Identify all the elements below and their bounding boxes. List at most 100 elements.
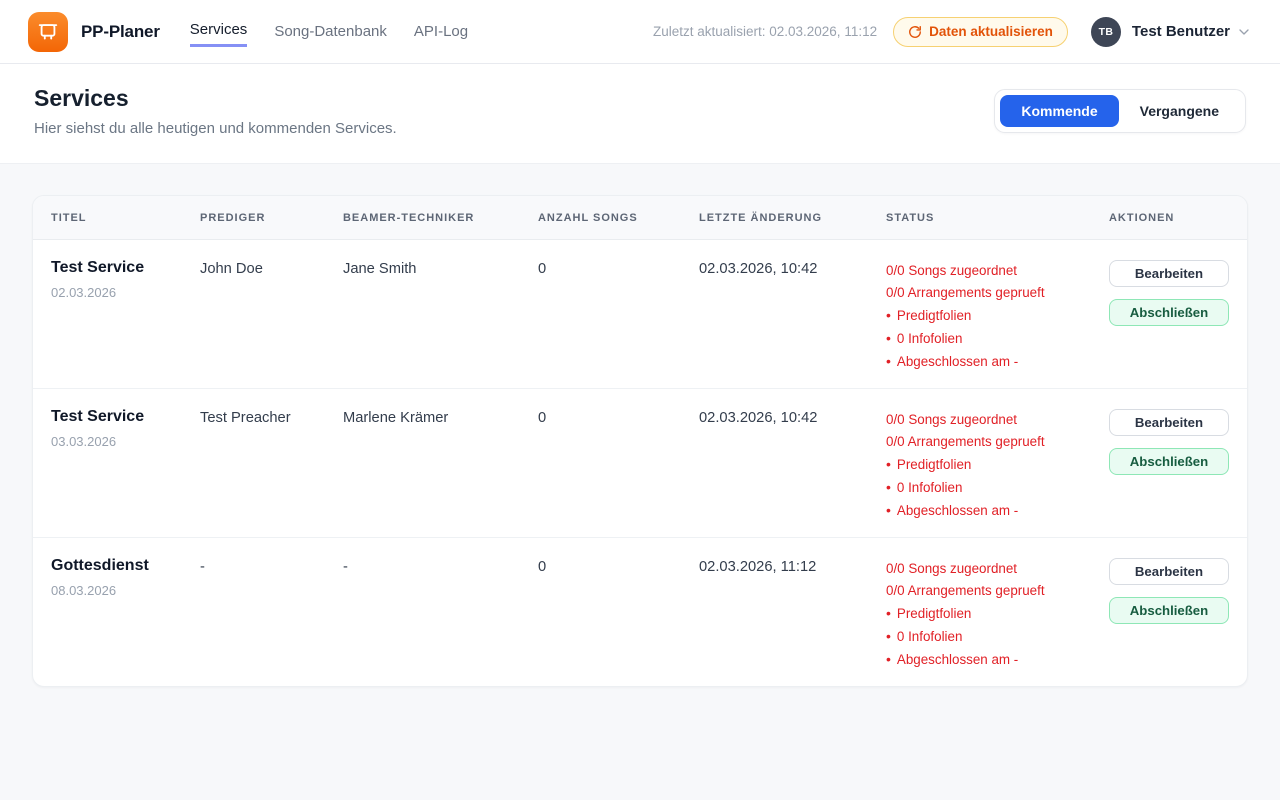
service-date: 02.03.2026 <box>51 285 200 300</box>
preacher-cell: - <box>200 557 343 575</box>
bullet-marker: • <box>886 625 891 647</box>
bullet-marker: • <box>886 327 891 349</box>
table-row: Test Service 03.03.2026 Test Preacher Ma… <box>33 389 1247 538</box>
status-text: Abgeschlossen am - <box>897 351 1018 373</box>
page-title: Services <box>34 85 397 112</box>
edit-button[interactable]: Bearbeiten <box>1109 409 1229 436</box>
brand-name: PP-Planer <box>81 22 160 42</box>
status-text: Abgeschlossen am - <box>897 649 1018 671</box>
status-text: 0/0 Arrangements geprueft <box>886 580 1045 602</box>
service-date: 03.03.2026 <box>51 434 200 449</box>
topbar: PP-Planer Services Song-Datenbank API-Lo… <box>0 0 1280 64</box>
refresh-data-button[interactable]: Daten aktualisieren <box>893 17 1068 47</box>
topbar-right: Zuletzt aktualisiert: 02.03.2026, 11:12 … <box>653 17 1252 47</box>
nav-item-services[interactable]: Services <box>190 16 248 47</box>
service-date: 08.03.2026 <box>51 583 200 598</box>
table-row: Gottesdienst 08.03.2026 - - 0 02.03.2026… <box>33 538 1247 686</box>
refresh-icon <box>908 25 922 39</box>
status-cell: 0/0 Songs zugeordnet 0/0 Arrangements ge… <box>886 408 1109 522</box>
status-line: 0/0 Songs zugeordnet <box>886 260 1109 282</box>
complete-button[interactable]: Abschließen <box>1109 448 1229 475</box>
status-text: 0 Infofolien <box>897 626 963 648</box>
page-subtitle: Hier siehst du alle heutigen und kommend… <box>34 120 397 137</box>
nav-item-api-log[interactable]: API-Log <box>414 18 468 46</box>
filter-toggle-group: Kommende Vergangene <box>994 89 1246 134</box>
complete-button[interactable]: Abschließen <box>1109 597 1229 624</box>
status-line: 0/0 Arrangements geprueft <box>886 580 1109 602</box>
status-line: • Abgeschlossen am - <box>886 648 1109 671</box>
actions-cell: Bearbeiten Abschließen <box>1109 408 1229 475</box>
last-modified-cell: 02.03.2026, 11:12 <box>699 557 886 575</box>
status-text: 0/0 Songs zugeordnet <box>886 409 1017 431</box>
bullet-marker: • <box>886 350 891 372</box>
table-row: Test Service 02.03.2026 John Doe Jane Sm… <box>33 240 1247 389</box>
column-header-aktionen: AKTIONEN <box>1109 212 1229 224</box>
preacher-cell: Test Preacher <box>200 408 343 426</box>
bullet-marker: • <box>886 476 891 498</box>
status-cell: 0/0 Songs zugeordnet 0/0 Arrangements ge… <box>886 259 1109 373</box>
status-line: 0/0 Arrangements geprueft <box>886 282 1109 304</box>
song-count-cell: 0 <box>538 557 699 575</box>
status-text: Predigtfolien <box>897 305 971 327</box>
status-text: Predigtfolien <box>897 454 971 476</box>
title-cell: Test Service 03.03.2026 <box>51 408 200 449</box>
user-name: Test Benutzer <box>1132 23 1230 40</box>
song-count-cell: 0 <box>538 408 699 426</box>
bullet-marker: • <box>886 499 891 521</box>
status-line: • 0 Infofolien <box>886 625 1109 648</box>
actions-cell: Bearbeiten Abschließen <box>1109 259 1229 326</box>
bullet-marker: • <box>886 453 891 475</box>
column-header-prediger: PREDIGER <box>200 212 343 224</box>
actions-cell: Bearbeiten Abschließen <box>1109 557 1229 624</box>
complete-button[interactable]: Abschließen <box>1109 299 1229 326</box>
status-text: 0/0 Songs zugeordnet <box>886 558 1017 580</box>
status-line: • 0 Infofolien <box>886 476 1109 499</box>
status-line: • Predigtfolien <box>886 304 1109 327</box>
title-cell: Gottesdienst 08.03.2026 <box>51 557 200 598</box>
status-line: 0/0 Arrangements geprueft <box>886 431 1109 453</box>
avatar: TB <box>1091 17 1121 47</box>
beamer-tech-cell: - <box>343 557 538 575</box>
status-line: •Predigtfolien <box>886 602 1109 625</box>
status-cell: 0/0 Songs zugeordnet 0/0 Arrangements ge… <box>886 557 1109 671</box>
main-content: TITEL PREDIGER BEAMER-TECHNIKER ANZAHL S… <box>0 164 1280 718</box>
refresh-button-label: Daten aktualisieren <box>929 24 1053 39</box>
services-table-card: TITEL PREDIGER BEAMER-TECHNIKER ANZAHL S… <box>32 195 1248 687</box>
last-modified-cell: 02.03.2026, 10:42 <box>699 259 886 277</box>
status-text: 0/0 Arrangements geprueft <box>886 431 1045 453</box>
column-header-letzte-aenderung: LETZTE ÄNDERUNG <box>699 212 886 224</box>
status-line: • 0 Infofolien <box>886 327 1109 350</box>
filter-vergangene-button[interactable]: Vergangene <box>1119 95 1240 128</box>
preacher-cell: John Doe <box>200 259 343 277</box>
beamer-tech-cell: Marlene Krämer <box>343 408 538 426</box>
filter-kommende-button[interactable]: Kommende <box>1000 95 1118 128</box>
main-nav: Services Song-Datenbank API-Log <box>190 16 468 47</box>
user-menu[interactable]: TB Test Benutzer <box>1091 17 1252 47</box>
table-header-row: TITEL PREDIGER BEAMER-TECHNIKER ANZAHL S… <box>33 196 1247 240</box>
status-text: 0/0 Songs zugeordnet <box>886 260 1017 282</box>
status-text: Abgeschlossen am - <box>897 500 1018 522</box>
status-line: • Abgeschlossen am - <box>886 499 1109 522</box>
page-header-text: Services Hier siehst du alle heutigen un… <box>34 85 397 137</box>
edit-button[interactable]: Bearbeiten <box>1109 558 1229 585</box>
service-title: Gottesdienst <box>51 557 200 575</box>
status-line: 0/0 Songs zugeordnet <box>886 558 1109 580</box>
status-text: 0/0 Arrangements geprueft <box>886 282 1045 304</box>
beamer-tech-cell: Jane Smith <box>343 259 538 277</box>
status-text: Predigtfolien <box>897 603 971 625</box>
status-text: 0 Infofolien <box>897 477 963 499</box>
status-line: • Predigtfolien <box>886 453 1109 476</box>
column-header-anzahl-songs: ANZAHL SONGS <box>538 212 699 224</box>
bullet-marker: • <box>886 304 891 326</box>
title-cell: Test Service 02.03.2026 <box>51 259 200 300</box>
song-count-cell: 0 <box>538 259 699 277</box>
bullet-marker: • <box>886 648 891 670</box>
service-title: Test Service <box>51 259 200 277</box>
edit-button[interactable]: Bearbeiten <box>1109 260 1229 287</box>
status-line: • Abgeschlossen am - <box>886 350 1109 373</box>
status-line: 0/0 Songs zugeordnet <box>886 409 1109 431</box>
status-text: 0 Infofolien <box>897 328 963 350</box>
last-updated-text: Zuletzt aktualisiert: 02.03.2026, 11:12 <box>653 24 877 39</box>
nav-item-song-datenbank[interactable]: Song-Datenbank <box>274 18 387 46</box>
last-modified-cell: 02.03.2026, 10:42 <box>699 408 886 426</box>
